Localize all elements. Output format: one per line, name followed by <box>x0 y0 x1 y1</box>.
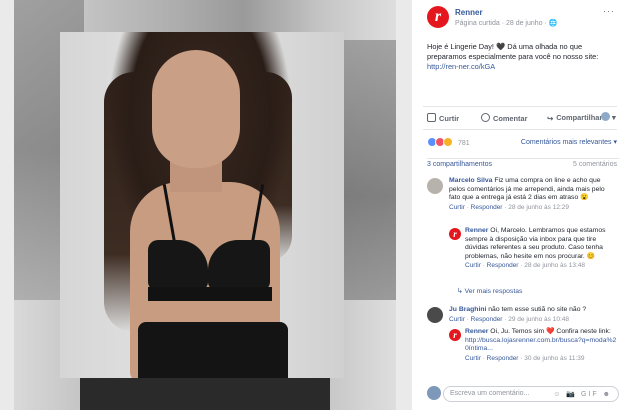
avatar[interactable] <box>427 307 443 323</box>
comment-meta: Curtir · Responder · 30 de junho às 11:3… <box>465 354 585 362</box>
share-icon: ↪ <box>547 114 554 123</box>
post-body: Hoje é Lingerie Day! 🖤 Dá uma olhada no … <box>427 42 599 61</box>
comment-like-link[interactable]: Curtir <box>449 316 465 323</box>
comment-reply-link[interactable]: Responder <box>487 262 519 269</box>
comment-like-link[interactable]: Curtir <box>449 204 465 211</box>
background-bottom <box>80 378 330 410</box>
share-as-avatar[interactable]: ▾ <box>601 112 616 122</box>
comment-composer: Escreva um comentário... ☺ 📷 GIF ☻ <box>427 384 619 404</box>
comment-time[interactable]: · 28 de junho às 13:48 <box>520 262 585 269</box>
comment-icon <box>481 113 490 122</box>
wow-reaction-icon[interactable] <box>443 137 453 147</box>
comment-like-link[interactable]: Curtir <box>465 355 481 362</box>
comments-count[interactable]: 5 comentários <box>573 161 617 168</box>
comment-time[interactable]: · 28 de junho às 12:29 <box>504 204 569 211</box>
reply-1: Renner Oi, Marcelo. Lembramos que estamo… <box>465 227 617 271</box>
comment-author[interactable]: Renner <box>465 328 488 335</box>
comment-text: não tem esse sutiã no site não ? <box>486 306 587 313</box>
post-photo[interactable] <box>0 0 412 410</box>
post-header: r Renner Página curtida · 28 de junho · … <box>427 6 617 36</box>
comment-1: Marcelo Silva Fiz uma compra on line e a… <box>449 177 617 212</box>
reply-2: Renner Oi, Ju. Temos sim ❤️ Confira nest… <box>465 328 617 363</box>
comment-reply-link[interactable]: Responder <box>487 355 519 362</box>
comment-like-link[interactable]: Curtir <box>465 262 481 269</box>
like-button[interactable]: Curtir <box>427 113 459 123</box>
comment-time[interactable]: · 30 de junho às 11:39 <box>520 355 584 362</box>
post-actions: Curtir Comentar ↪ Compartilhar ▾ <box>423 106 617 130</box>
shares-count[interactable]: 3 compartilhamentos <box>427 161 492 168</box>
comment-2: Ju Braghini não tem esse sutiã no site n… <box>449 306 617 324</box>
post-meta: Página curtida · 28 de junho · 🌐 <box>455 20 558 27</box>
user-avatar[interactable] <box>427 386 441 400</box>
comment-sort-dropdown[interactable]: Comentários mais relevantes ▾ <box>521 138 617 146</box>
comment-meta: Curtir · Responder · 29 de junho às 10:4… <box>449 315 569 323</box>
comment-meta: Curtir · Responder · 28 de junho às 12:2… <box>449 203 569 211</box>
comment-author[interactable]: Marcelo Silva <box>449 177 492 184</box>
avatar[interactable] <box>427 178 443 194</box>
comment-author[interactable]: Ju Braghini <box>449 306 486 313</box>
page-name-link[interactable]: Renner <box>455 8 483 17</box>
renner-avatar[interactable]: r <box>449 228 461 240</box>
post-sidebar: r Renner Página curtida · 28 de junho · … <box>417 0 620 410</box>
reactions-row: 781 Comentários mais relevantes ▾ <box>427 137 619 149</box>
comment-label: Comentar <box>493 114 528 123</box>
model-photo <box>60 32 344 378</box>
post-text: Hoje é Lingerie Day! 🖤 Dá uma olhada no … <box>427 42 615 72</box>
like-label: Curtir <box>439 114 460 123</box>
thumbs-up-icon <box>427 113 436 122</box>
post-link[interactable]: http://ren-ner.co/kGA <box>427 62 495 71</box>
view-more-replies-link[interactable]: ↳ Ver mais respostas <box>457 287 522 295</box>
renner-avatar[interactable]: r <box>449 329 461 341</box>
comment-link[interactable]: http://busca.lojasrenner.com.br/busca?q=… <box>465 337 616 353</box>
stats-row: 3 compartilhamentos 5 comentários <box>427 158 619 170</box>
comment-meta: Curtir · Responder · 28 de junho às 13:4… <box>465 262 585 269</box>
more-options-icon[interactable]: ··· <box>603 6 615 16</box>
comment-button[interactable]: Comentar <box>481 113 528 123</box>
composer-icons[interactable]: ☺ 📷 GIF ☻ <box>553 390 612 398</box>
comment-input-placeholder: Escreva um comentário... <box>450 390 530 397</box>
share-button[interactable]: ↪ Compartilhar <box>547 113 602 123</box>
comment-reply-link[interactable]: Responder <box>471 204 503 211</box>
renner-logo[interactable]: r <box>427 6 449 28</box>
reaction-count[interactable]: 781 <box>458 140 470 147</box>
comment-time[interactable]: · 29 de junho às 10:48 <box>504 316 569 323</box>
comment-reply-link[interactable]: Responder <box>471 316 503 323</box>
comment-input[interactable]: Escreva um comentário... ☺ 📷 GIF ☻ <box>443 386 619 402</box>
comment-author[interactable]: Renner <box>465 227 488 234</box>
comment-text: Oi, Ju. Temos sim ❤️ Confira neste link: <box>488 328 611 335</box>
share-label: Compartilhar <box>556 113 603 122</box>
